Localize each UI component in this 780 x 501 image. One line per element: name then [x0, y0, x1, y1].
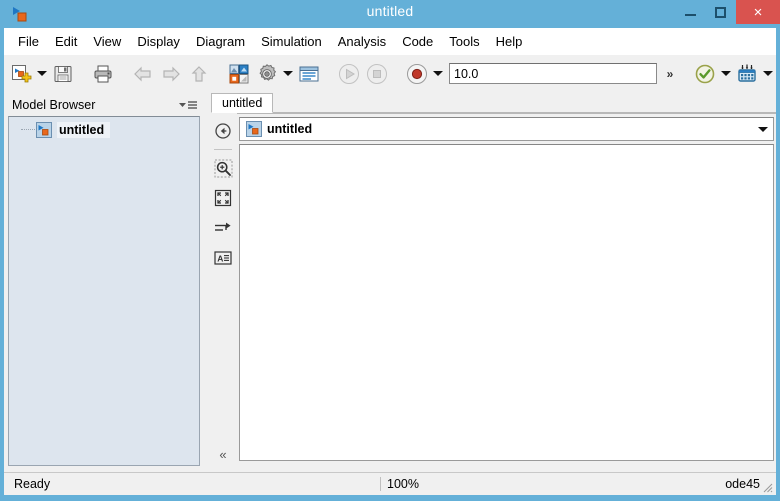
- tab-strip-filler: [273, 93, 776, 113]
- stop-button[interactable]: [363, 60, 391, 88]
- title-bar: untitled ×: [0, 0, 780, 28]
- zoom-region-button[interactable]: [211, 156, 235, 180]
- toolbar-group-tools: [222, 57, 326, 91]
- model-explorer-button[interactable]: [295, 60, 323, 88]
- model-browser-tree[interactable]: untitled: [8, 116, 200, 466]
- simulation-stop-time-input[interactable]: [449, 63, 657, 84]
- chevron-down-icon: [758, 126, 768, 132]
- up-to-parent-button[interactable]: [185, 60, 213, 88]
- tree-connector: [21, 129, 35, 131]
- chevron-down-icon: [763, 71, 773, 76]
- back-button[interactable]: [129, 60, 157, 88]
- svg-text:A: A: [217, 253, 223, 263]
- print-button[interactable]: [89, 60, 117, 88]
- model-browser-header: Model Browser: [8, 95, 200, 115]
- collapse-tool-rail-button[interactable]: «: [211, 442, 235, 466]
- breadcrumb-label: untitled: [267, 122, 313, 136]
- new-model-dropdown-arrow[interactable]: [35, 60, 49, 88]
- model-canvas[interactable]: [239, 144, 774, 461]
- minimize-icon: [684, 14, 696, 16]
- menu-item-edit[interactable]: Edit: [47, 31, 85, 52]
- menu-bar: File Edit View Display Diagram Simulatio…: [4, 28, 776, 54]
- menu-item-display[interactable]: Display: [129, 31, 188, 52]
- model-editor-pane: untitled A « untitled: [209, 92, 776, 472]
- minimize-button[interactable]: [674, 0, 706, 24]
- panel-menu-icon[interactable]: [176, 97, 200, 113]
- maximize-button[interactable]: [704, 0, 736, 24]
- menu-item-simulation[interactable]: Simulation: [253, 31, 330, 52]
- status-message: Ready: [14, 477, 51, 491]
- status-zoom-level: 100%: [380, 477, 680, 491]
- toolbar-group-analysis: [688, 57, 778, 91]
- forward-button[interactable]: [157, 60, 185, 88]
- chevron-down-icon: [721, 71, 731, 76]
- navigate-up-button[interactable]: [211, 119, 235, 143]
- run-button[interactable]: [335, 60, 363, 88]
- build-model-button[interactable]: [733, 60, 761, 88]
- menu-item-diagram[interactable]: Diagram: [188, 31, 253, 52]
- simulation-stepping-dropdown-arrow[interactable]: [431, 60, 445, 88]
- tab-untitled[interactable]: untitled: [211, 93, 274, 113]
- editor-tab-strip: untitled: [209, 92, 776, 114]
- chevron-down-icon: [37, 71, 47, 76]
- model-browser-panel: Model Browser untitled: [4, 92, 204, 472]
- menu-item-file[interactable]: File: [10, 31, 47, 52]
- signal-route-button[interactable]: [211, 216, 235, 240]
- annotation-button[interactable]: A: [211, 246, 235, 270]
- menu-item-view[interactable]: View: [85, 31, 129, 52]
- new-model-button[interactable]: [7, 60, 35, 88]
- canvas-tool-rail: A «: [209, 113, 237, 472]
- chevron-down-icon: [433, 71, 443, 76]
- resize-grip[interactable]: [761, 480, 773, 493]
- window-title: untitled: [366, 3, 414, 19]
- library-browser-button[interactable]: [225, 60, 253, 88]
- save-button[interactable]: [49, 60, 77, 88]
- breadcrumb-dropdown-button[interactable]: [753, 118, 773, 140]
- menu-item-analysis[interactable]: Analysis: [330, 31, 394, 52]
- model-browser-title: Model Browser: [12, 98, 96, 112]
- model-configuration-button[interactable]: [253, 60, 281, 88]
- toolbar-group-navigation: [126, 57, 216, 91]
- tool-rail-separator: [214, 149, 232, 150]
- simulink-model-icon: [36, 122, 52, 138]
- status-bar: Ready 100% ode45: [4, 472, 776, 495]
- fit-to-view-button[interactable]: [211, 186, 235, 210]
- toolbar-group-print: [86, 57, 120, 91]
- maximize-icon: [714, 6, 726, 18]
- model-advisor-dropdown-arrow[interactable]: [719, 60, 733, 88]
- chevron-down-icon: [283, 71, 293, 76]
- menu-item-code[interactable]: Code: [394, 31, 441, 52]
- toolbar-overflow-button[interactable]: »: [661, 61, 679, 87]
- toolbar-group-file: [4, 57, 80, 91]
- toolbar-group-simulation: [332, 57, 394, 91]
- simulink-model-editor-window: untitled × File Edit View Display Diagra…: [0, 0, 780, 501]
- close-icon: ×: [753, 3, 763, 21]
- simulation-stepping-button[interactable]: [403, 60, 431, 88]
- menu-item-help[interactable]: Help: [488, 31, 531, 52]
- toolbar-group-stepping: »: [400, 57, 682, 91]
- build-model-dropdown-arrow[interactable]: [761, 60, 775, 88]
- menu-item-tools[interactable]: Tools: [441, 31, 487, 52]
- model-configuration-dropdown-arrow[interactable]: [281, 60, 295, 88]
- simulink-model-icon: [246, 121, 262, 137]
- close-button[interactable]: ×: [736, 0, 780, 24]
- toolbar: »: [4, 54, 776, 92]
- model-advisor-button[interactable]: [691, 60, 719, 88]
- tree-item-label: untitled: [57, 122, 111, 138]
- breadcrumb[interactable]: untitled: [239, 117, 774, 141]
- client-area: Model Browser untitled untitled A « unti…: [4, 92, 776, 472]
- tree-item-untitled[interactable]: untitled: [9, 120, 199, 140]
